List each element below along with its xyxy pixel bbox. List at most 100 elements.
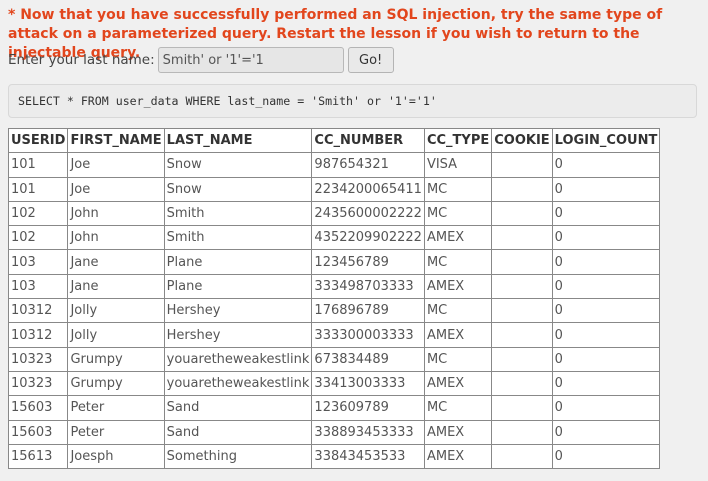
cell-cc-number: 4352209902222: [311, 225, 425, 251]
last-name-label: Enter your last name:: [8, 52, 155, 68]
cell-first-name: Jolly: [67, 322, 165, 348]
cell-first-name: Grumpy: [67, 346, 165, 372]
table-row: 15603 Peter Sand 123609789 MC 0: [7, 395, 661, 421]
cell-userid: 103: [7, 273, 69, 300]
cell-first-name: Joe: [67, 152, 165, 178]
cell-login-count: 0: [551, 346, 661, 372]
cell-first-name: John: [67, 225, 165, 251]
last-name-form: Enter your last name: Go!: [8, 46, 394, 74]
cell-cc-type: AMEX: [423, 443, 493, 470]
cell-cc-type: AMEX: [423, 225, 493, 251]
cell-first-name: Peter: [67, 419, 165, 445]
cell-first-name: Jane: [67, 273, 165, 300]
cell-cookie: [491, 200, 553, 227]
cell-login-count: 0: [551, 443, 661, 470]
cell-cc-number: 333498703333: [311, 273, 425, 300]
cell-login-count: 0: [551, 273, 661, 300]
cell-userid: 10323: [7, 346, 69, 372]
cell-userid: 102: [7, 200, 69, 227]
cell-cc-number: 33843453533: [311, 443, 425, 470]
cell-userid: 101: [7, 152, 69, 178]
cell-cc-type: MC: [423, 298, 493, 324]
cell-last-name: youaretheweakestlink: [163, 370, 313, 397]
go-button[interactable]: Go!: [347, 47, 394, 73]
cell-first-name: John: [67, 200, 165, 227]
table-row: 102 John Smith 4352209902222 AMEX 0: [7, 225, 661, 251]
cell-cc-type: AMEX: [423, 370, 493, 397]
cell-cc-number: 987654321: [311, 152, 425, 178]
cell-first-name: Joe: [67, 176, 165, 202]
cell-login-count: 0: [551, 152, 661, 178]
cell-userid: 10312: [7, 298, 69, 324]
cell-cookie: [491, 225, 553, 251]
cell-login-count: 0: [551, 322, 661, 348]
column-header-first-name: FIRST_NAME: [67, 127, 165, 154]
cell-login-count: 0: [551, 298, 661, 324]
cell-cc-number: 673834489: [311, 346, 425, 372]
cell-cookie: [491, 298, 553, 324]
cell-cc-type: MC: [423, 176, 493, 202]
cell-first-name: Joesph: [67, 443, 165, 470]
cell-login-count: 0: [551, 395, 661, 421]
last-name-input[interactable]: [157, 47, 344, 73]
table-header-row: USERID FIRST_NAME LAST_NAME CC_NUMBER CC…: [7, 127, 661, 154]
cell-login-count: 0: [551, 419, 661, 445]
cell-userid: 10323: [7, 370, 69, 397]
cell-cc-number: 33413003333: [311, 370, 425, 397]
column-header-login-count: LOGIN_COUNT: [551, 127, 661, 154]
cell-cookie: [491, 395, 553, 421]
table-row: 103 Jane Plane 333498703333 AMEX 0: [7, 273, 661, 300]
column-header-cookie: COOKIE: [491, 127, 553, 154]
table-row: 10323 Grumpy youaretheweakestlink 673834489…: [7, 346, 661, 372]
table-row: 102 John Smith 2435600002222 MC 0: [7, 200, 661, 227]
cell-last-name: Plane: [163, 273, 313, 300]
cell-last-name: Smith: [163, 200, 313, 227]
table-row: 15613 Joesph Something 33843453533 AMEX 0: [7, 443, 661, 470]
cell-last-name: Hershey: [163, 322, 313, 348]
cell-cookie: [491, 370, 553, 397]
cell-last-name: Snow: [163, 176, 313, 202]
cell-cc-type: VISA: [423, 152, 493, 178]
table-row: 101 Joe Snow 2234200065411 MC 0: [7, 176, 661, 202]
cell-cc-number: 123609789: [311, 395, 425, 421]
cell-cookie: [491, 249, 553, 275]
cell-last-name: Snow: [163, 152, 313, 178]
cell-last-name: Smith: [163, 225, 313, 251]
cell-first-name: Jolly: [67, 298, 165, 324]
cell-cc-number: 2234200065411: [311, 176, 425, 202]
cell-login-count: 0: [551, 370, 661, 397]
sql-query-display: SELECT * FROM user_data WHERE last_name …: [8, 84, 697, 118]
cell-login-count: 0: [551, 200, 661, 227]
cell-first-name: Peter: [67, 395, 165, 421]
cell-cookie: [491, 346, 553, 372]
cell-userid: 103: [7, 249, 69, 275]
cell-cc-type: AMEX: [423, 273, 493, 300]
cell-cc-number: 123456789: [311, 249, 425, 275]
cell-cookie: [491, 443, 553, 470]
cell-login-count: 0: [551, 249, 661, 275]
table-row: 15603 Peter Sand 338893453333 AMEX 0: [7, 419, 661, 445]
cell-userid: 15603: [7, 395, 69, 421]
cell-first-name: Jane: [67, 249, 165, 275]
table-row: 10312 Jolly Hershey 333300003333 AMEX 0: [7, 322, 661, 348]
cell-userid: 101: [7, 176, 69, 202]
column-header-userid: USERID: [7, 127, 69, 154]
cell-userid: 10312: [7, 322, 69, 348]
column-header-cc-type: CC_TYPE: [423, 127, 493, 154]
cell-cc-type: MC: [423, 249, 493, 275]
table-row: 101 Joe Snow 987654321 VISA 0: [7, 152, 661, 178]
cell-cookie: [491, 419, 553, 445]
cell-last-name: youaretheweakestlink: [163, 346, 313, 372]
cell-cookie: [491, 273, 553, 300]
cell-cookie: [491, 152, 553, 178]
cell-cc-type: AMEX: [423, 322, 493, 348]
cell-cc-number: 338893453333: [311, 419, 425, 445]
column-header-cc-number: CC_NUMBER: [311, 127, 425, 154]
table-row: 10312 Jolly Hershey 176896789 MC 0: [7, 298, 661, 324]
cell-first-name: Grumpy: [67, 370, 165, 397]
cell-userid: 102: [7, 225, 69, 251]
cell-cc-type: MC: [423, 395, 493, 421]
cell-userid: 15603: [7, 419, 69, 445]
cell-cookie: [491, 322, 553, 348]
cell-last-name: Sand: [163, 395, 313, 421]
